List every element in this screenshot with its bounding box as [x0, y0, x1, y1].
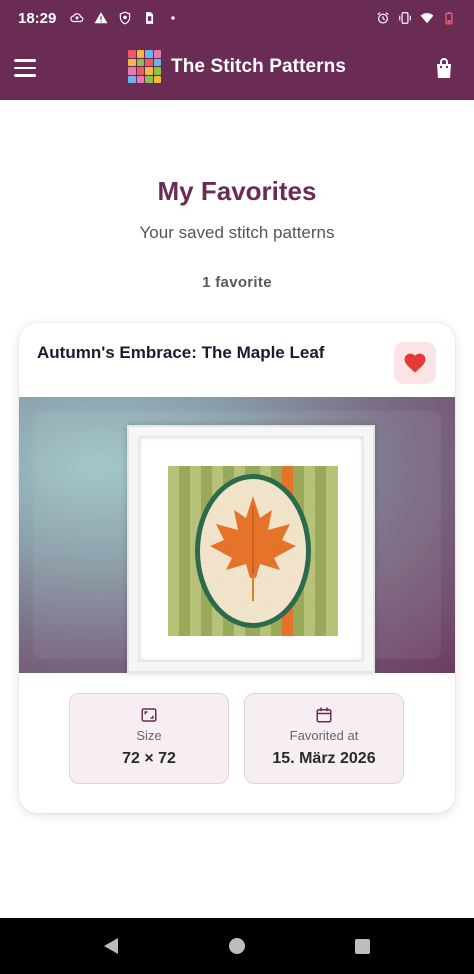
logo-tile [145, 67, 153, 75]
app-bar: The Stitch Patterns [0, 36, 474, 100]
maple-leaf-pattern [168, 466, 338, 636]
shopping-bag-icon [437, 58, 451, 78]
calendar-icon [316, 707, 332, 723]
status-bar: 18:29 [0, 0, 474, 36]
favorites-count: 1 favorite [202, 274, 272, 291]
alarm-icon [377, 12, 389, 24]
menu-icon [14, 59, 36, 62]
app-title: The Stitch Patterns [171, 55, 347, 77]
dot-icon [171, 16, 176, 20]
logo-tile [136, 67, 144, 75]
logo-tile [153, 75, 161, 83]
brand[interactable]: The Stitch Patterns [128, 50, 346, 83]
shopping-bag-button[interactable] [432, 56, 456, 80]
favorited-date-tile: Favorited at 15. März 2026 [244, 693, 404, 784]
favorite-card[interactable]: Autumn's Embrace: The Maple Leaf Size 72… [19, 323, 455, 813]
recent-apps-icon[interactable] [355, 939, 370, 954]
image-backdrop [33, 411, 441, 673]
home-icon[interactable] [229, 938, 245, 954]
logo-tile [153, 50, 161, 58]
pattern-title: Autumn's Embrace: The Maple Leaf [37, 343, 325, 362]
logo-tile [153, 58, 161, 66]
pattern-preview-image[interactable] [19, 397, 455, 673]
battery-icon [445, 12, 453, 25]
logo-tile [145, 75, 153, 83]
aspect-ratio-icon [141, 708, 157, 722]
vibrate-icon [399, 12, 411, 24]
logo-tile [128, 50, 136, 58]
status-left-icons [70, 11, 180, 25]
shield-icon [120, 11, 131, 25]
size-tile: Size 72 × 72 [69, 693, 229, 784]
logo-tile [153, 67, 161, 75]
frame-mat [138, 436, 364, 662]
logo-tile [136, 58, 144, 66]
logo-tile [128, 75, 136, 83]
page-subtitle: Your saved stitch patterns [139, 223, 335, 242]
favorite-toggle-button[interactable] [394, 342, 436, 384]
wifi-icon [420, 13, 434, 24]
logo-tile [128, 67, 136, 75]
picture-frame [127, 425, 375, 673]
menu-button[interactable] [14, 54, 42, 82]
logo-tile [128, 58, 136, 66]
page-title: My Favorites [157, 176, 317, 206]
app-logo [128, 50, 161, 83]
status-right-icons [376, 11, 456, 25]
back-icon[interactable] [102, 937, 120, 955]
logo-tile [145, 58, 153, 66]
sim-icon [146, 12, 154, 24]
size-value: 72 × 72 [122, 750, 176, 767]
heart-icon [404, 353, 426, 373]
size-label: Size [136, 728, 162, 743]
cloud-upload-icon [70, 13, 84, 23]
warning-icon [94, 12, 108, 24]
logo-tile [136, 75, 144, 83]
system-nav-bar [0, 918, 474, 974]
logo-tile [145, 50, 153, 58]
favorited-value: 15. März 2026 [272, 750, 376, 767]
favorited-label: Favorited at [289, 728, 359, 743]
logo-tile [136, 50, 144, 58]
status-time: 18:29 [18, 9, 57, 27]
